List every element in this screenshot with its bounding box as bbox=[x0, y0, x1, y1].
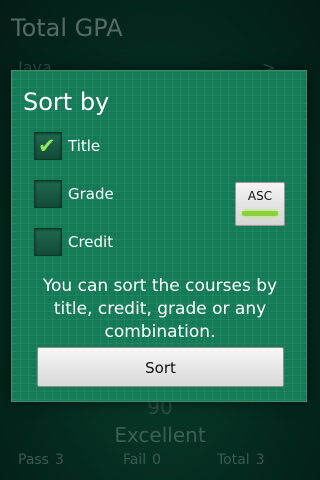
toggle-indicator-light bbox=[242, 211, 278, 216]
title-option-label[interactable]: Title bbox=[68, 137, 100, 155]
sort-option-grade[interactable]: Grade bbox=[34, 180, 234, 212]
checkmark-icon: ✔ bbox=[38, 134, 56, 158]
grade-option-label[interactable]: Grade bbox=[68, 185, 114, 203]
title-checkbox[interactable]: ✔ bbox=[34, 132, 62, 160]
credit-option-label[interactable]: Credit bbox=[68, 233, 113, 251]
sort-dialog: Sort by ✔ Title Grade Credit ASC You can… bbox=[11, 70, 307, 402]
grade-checkbox[interactable] bbox=[34, 180, 62, 208]
sort-button-label: Sort bbox=[145, 359, 176, 377]
sort-help-message: You can sort the courses by title, credi… bbox=[42, 276, 278, 342]
sort-order-label: ASC bbox=[247, 189, 273, 203]
sort-option-title[interactable]: ✔ Title bbox=[34, 132, 234, 164]
credit-checkbox[interactable] bbox=[34, 228, 62, 256]
dialog-title: Sort by bbox=[23, 88, 110, 116]
sort-option-credit[interactable]: Credit bbox=[34, 228, 234, 260]
sort-order-toggle-button[interactable]: ASC bbox=[235, 182, 285, 226]
sort-button[interactable]: Sort bbox=[37, 347, 284, 387]
